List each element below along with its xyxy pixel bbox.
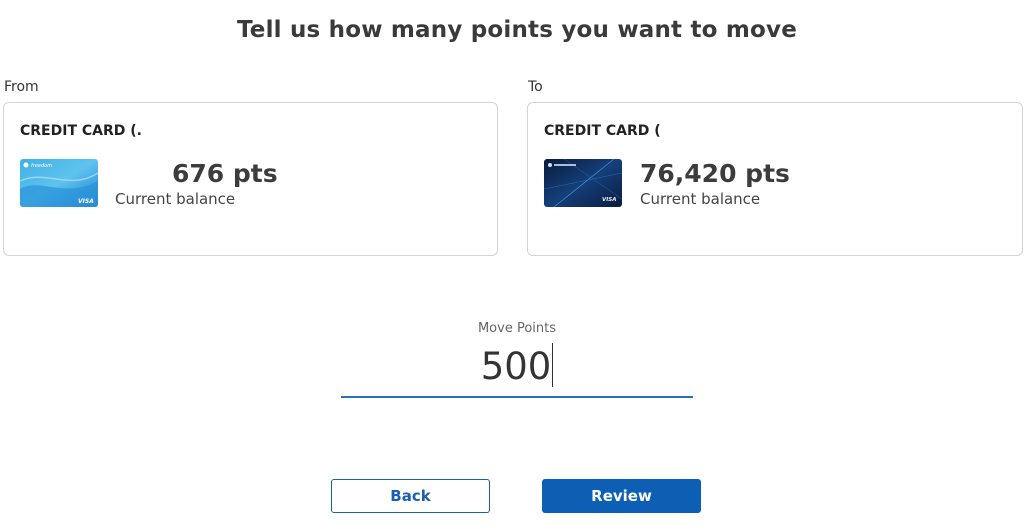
move-points-page: Tell us how many points you want to move… bbox=[0, 0, 1024, 530]
sapphire-card-image: VISA bbox=[544, 159, 622, 207]
page-title: Tell us how many points you want to move bbox=[236, 17, 798, 43]
back-button[interactable]: Back bbox=[331, 479, 490, 513]
card-brand-text: freedom bbox=[31, 163, 52, 169]
sapphire-card-graphic: VISA bbox=[544, 159, 622, 207]
move-points-text: 500 bbox=[480, 345, 552, 388]
move-points-label: Move Points bbox=[477, 321, 557, 336]
to-label: To bbox=[528, 79, 543, 95]
to-card-name: CREDIT CARD ( bbox=[544, 123, 661, 139]
from-card-name: CREDIT CARD (. bbox=[20, 123, 142, 139]
to-card-panel: CREDIT CARD ( VISA 76,420 pts Current ba… bbox=[527, 102, 1023, 256]
svg-text:VISA: VISA bbox=[602, 197, 617, 203]
to-points-value: 76,420 pts bbox=[640, 159, 790, 188]
svg-text:VISA: VISA bbox=[78, 198, 94, 205]
move-points-input[interactable]: 500 bbox=[341, 340, 693, 398]
text-caret bbox=[552, 343, 554, 387]
freedom-card-graphic: freedom VISA bbox=[20, 159, 98, 207]
from-balance-label: Current balance bbox=[115, 190, 236, 208]
from-card-panel: CREDIT CARD (. freedom VISA 676 pts Curr… bbox=[3, 102, 498, 256]
freedom-card-image: freedom VISA bbox=[20, 159, 98, 207]
review-button[interactable]: Review bbox=[542, 479, 701, 513]
move-points-value[interactable]: 500 bbox=[341, 343, 693, 391]
from-label: From bbox=[4, 79, 39, 95]
to-balance-label: Current balance bbox=[640, 190, 761, 208]
from-points-value: 676 pts bbox=[172, 159, 278, 188]
